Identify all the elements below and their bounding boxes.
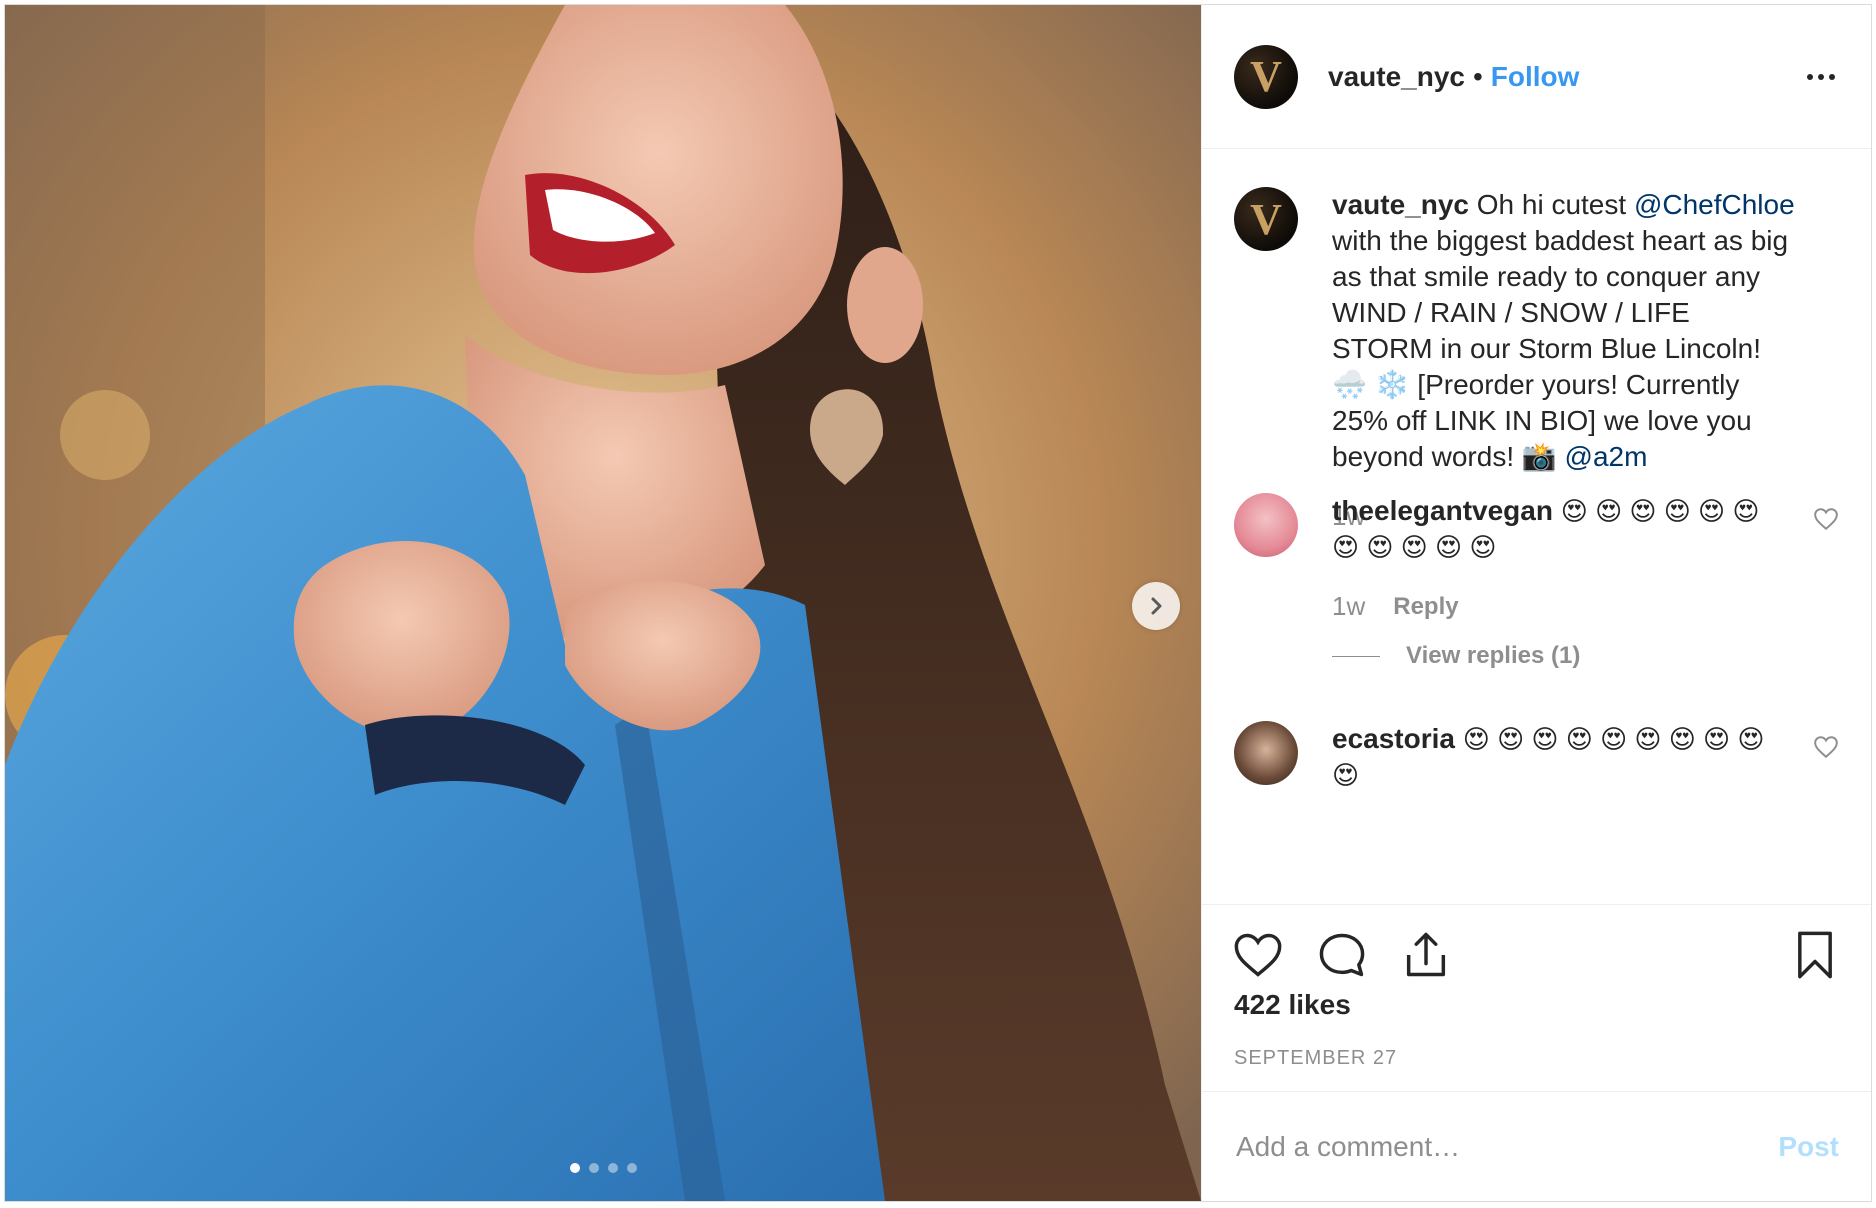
view-replies-label: View replies (1) [1406, 642, 1581, 669]
add-comment-bar: Post [1202, 1091, 1871, 1201]
reply-button[interactable]: Reply [1393, 593, 1458, 621]
post-header: V vaute_nyc • Follow [1202, 5, 1871, 149]
chevron-right-icon [1151, 597, 1162, 615]
comment-username[interactable]: theelegantvegan [1332, 495, 1553, 526]
instagram-post: V vaute_nyc • Follow V vaute_nyc Oh hi c… [4, 4, 1872, 1202]
comment-time[interactable]: 1w [1332, 591, 1365, 622]
carousel-dot [569, 1163, 580, 1173]
post-actions: 422 likes SEPTEMBER 27 [1202, 904, 1871, 1091]
post-photo[interactable] [5, 5, 1201, 1201]
more-options-icon[interactable] [1807, 73, 1839, 80]
mention-link[interactable]: @ChefChloe [1634, 189, 1795, 220]
comment-bubble-icon[interactable] [1316, 929, 1368, 981]
like-comment-heart-icon[interactable] [1813, 507, 1839, 531]
post-date[interactable]: SEPTEMBER 27 [1234, 1047, 1397, 1070]
likes-count[interactable]: 422 likes [1234, 989, 1351, 1021]
caption-text-part-2: with the biggest baddest heart as big as… [1332, 225, 1789, 472]
author-avatar[interactable]: V [1234, 44, 1298, 109]
separator-dot: • [1472, 60, 1483, 92]
photo-woman-blue-jacket [5, 5, 1201, 1201]
comment-text: theelegantvegan 😍 😍 😍 😍 😍 😍 😍 😍 😍 😍 😍 [1332, 493, 1778, 565]
comment-meta: 1w Reply [1332, 591, 1778, 622]
commenter-avatar[interactable] [1234, 493, 1298, 557]
carousel-dot [626, 1163, 637, 1173]
follow-button[interactable]: Follow [1491, 61, 1580, 93]
carousel-dot [588, 1163, 599, 1173]
like-comment-heart-icon[interactable] [1813, 735, 1839, 759]
caption-text: vaute_nyc Oh hi cutest @ChefChloe with t… [1332, 187, 1798, 475]
comment-item: theelegantvegan 😍 😍 😍 😍 😍 😍 😍 😍 😍 😍 😍 1w… [1234, 493, 1839, 670]
comment-username[interactable]: ecastoria [1332, 723, 1455, 754]
action-icons [1232, 929, 1452, 981]
mention-link[interactable]: @a2m [1565, 441, 1648, 472]
view-replies-button[interactable]: View replies (1) [1332, 642, 1778, 670]
avatar-letter: V [1250, 194, 1282, 244]
caption-avatar[interactable]: V [1234, 187, 1298, 251]
comment-text: ecastoria 😍 😍 😍 😍 😍 😍 😍 😍 😍 😍 [1332, 721, 1778, 793]
comment-input[interactable] [1234, 1129, 1779, 1164]
replies-divider-line [1332, 655, 1380, 657]
commenter-avatar[interactable] [1234, 721, 1298, 785]
bookmark-icon[interactable] [1789, 929, 1841, 981]
comment-item: ecastoria 😍 😍 😍 😍 😍 😍 😍 😍 😍 😍 [1234, 721, 1839, 793]
post-details-panel: V vaute_nyc • Follow V vaute_nyc Oh hi c… [1201, 5, 1871, 1201]
like-heart-icon[interactable] [1232, 929, 1284, 981]
carousel-dot [607, 1163, 618, 1173]
author-username[interactable]: vaute_nyc [1328, 61, 1465, 93]
caption-text-part-1: Oh hi cutest [1476, 189, 1627, 220]
comments-section: V vaute_nyc Oh hi cutest @ChefChloe with… [1202, 149, 1871, 904]
share-icon[interactable] [1400, 929, 1452, 981]
carousel-indicator [5, 1163, 1201, 1173]
carousel-next-button[interactable] [1132, 582, 1180, 630]
post-comment-button[interactable]: Post [1778, 1131, 1839, 1163]
caption-item: V vaute_nyc Oh hi cutest @ChefChloe with… [1234, 187, 1839, 532]
avatar-letter: V [1250, 52, 1282, 101]
caption-username[interactable]: vaute_nyc [1332, 189, 1469, 220]
